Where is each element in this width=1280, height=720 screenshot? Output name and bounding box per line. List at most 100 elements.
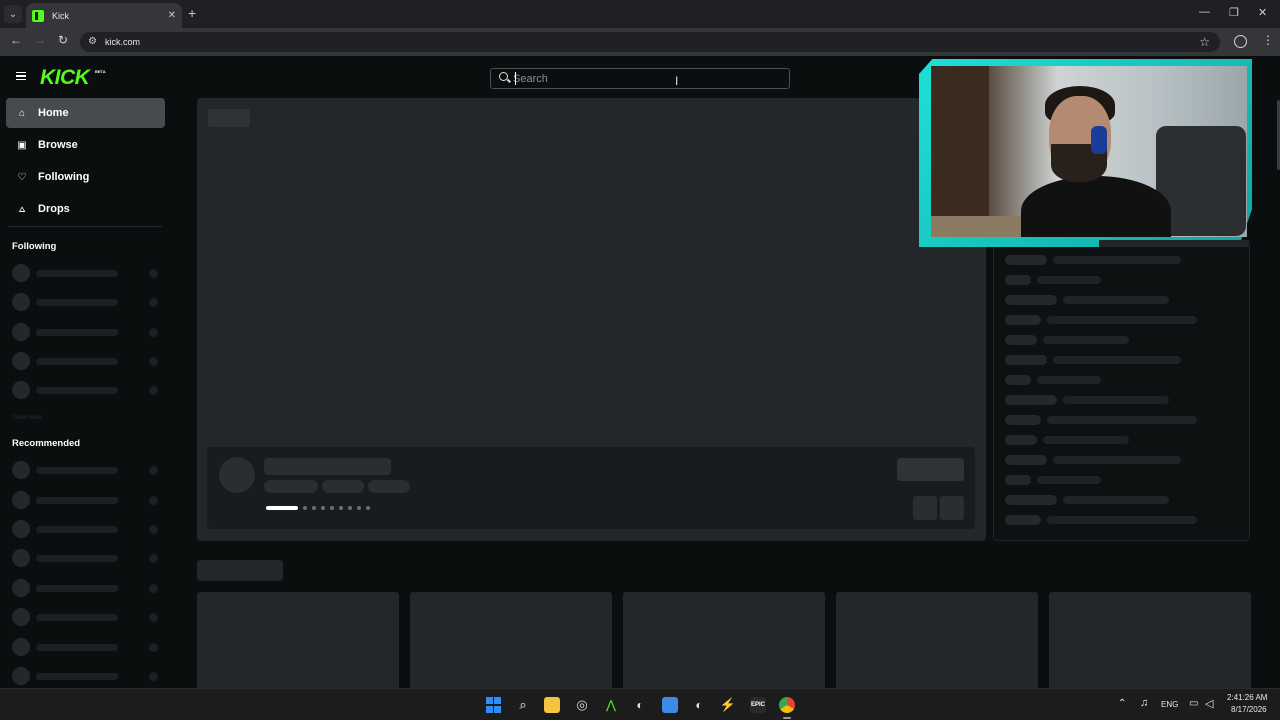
game-launcher-icon[interactable]: ⚡ bbox=[720, 697, 736, 713]
restore-button[interactable]: ❐ bbox=[1229, 6, 1239, 19]
watch-button-skeleton bbox=[897, 458, 964, 481]
kick-favicon-icon bbox=[32, 9, 44, 22]
channel-avatar-skeleton bbox=[219, 457, 255, 493]
back-arrow-icon[interactable]: ← bbox=[10, 33, 22, 47]
following-skeleton-row bbox=[12, 352, 160, 372]
stream-card-skeleton[interactable] bbox=[623, 592, 825, 688]
new-tab-button[interactable]: + bbox=[188, 5, 196, 21]
browse-icon: ▣ bbox=[17, 139, 27, 151]
volume-icon[interactable]: ◁ bbox=[1205, 697, 1213, 710]
address-bar[interactable]: ⚙ kick.com ☆ bbox=[80, 32, 1220, 52]
sidebar-item-label: Home bbox=[38, 107, 69, 119]
browser-toolbar: ← → ↻ ⚙ kick.com ☆ bbox=[0, 28, 1280, 56]
reload-icon[interactable]: ↻ bbox=[58, 33, 68, 47]
close-window-button[interactable]: ✕ bbox=[1258, 6, 1267, 19]
search-box[interactable] bbox=[490, 68, 790, 89]
hamburger-menu-icon[interactable] bbox=[16, 72, 26, 80]
network-icon[interactable]: ▭ bbox=[1189, 698, 1198, 709]
following-skeleton-row bbox=[12, 293, 160, 313]
sidebar-item-home[interactable]: ⌂ Home bbox=[6, 98, 165, 128]
microphone-icon[interactable]: ♫ bbox=[1140, 697, 1148, 709]
live-tag-skeleton bbox=[208, 109, 250, 127]
sidebar-item-browse[interactable]: ▣ Browse bbox=[6, 130, 165, 160]
featured-info-panel bbox=[207, 447, 975, 529]
pagination-dot[interactable] bbox=[321, 506, 325, 510]
steam-icon-2[interactable]: ◐ bbox=[691, 697, 707, 713]
pagination-dot[interactable] bbox=[303, 506, 307, 510]
heart-icon: ♡ bbox=[17, 171, 27, 183]
page-scrollbar[interactable] bbox=[1276, 98, 1280, 688]
site-info-icon[interactable]: ⚙ bbox=[88, 36, 97, 47]
sidebar: ⌂ Home ▣ Browse ♡ Following ⩟ Drops Foll… bbox=[0, 98, 170, 688]
following-heading: Following bbox=[12, 241, 57, 252]
kick-logo[interactable]: KICK bbox=[40, 66, 90, 90]
mouse-ibeam-cursor-icon: I bbox=[675, 74, 679, 88]
address-url: kick.com bbox=[105, 37, 141, 47]
stream-card-skeleton[interactable] bbox=[197, 592, 399, 688]
webcam-overlay bbox=[919, 59, 1252, 247]
stream-card-skeleton[interactable] bbox=[836, 592, 1038, 688]
app-launcher-icon[interactable]: ⋀ bbox=[603, 697, 619, 713]
browser-tab-strip: ⌄ Kick ✕ + — ❐ ✕ bbox=[0, 0, 1280, 28]
recommended-skeleton-row bbox=[12, 638, 160, 658]
sidebar-item-drops[interactable]: ⩟ Drops bbox=[6, 194, 165, 224]
featured-stream-skeleton[interactable] bbox=[197, 98, 986, 541]
pagination-dot[interactable] bbox=[366, 506, 370, 510]
webcam-frame-bar bbox=[1099, 240, 1249, 247]
file-explorer-icon[interactable] bbox=[544, 697, 560, 713]
language-indicator[interactable]: ENG bbox=[1161, 700, 1178, 709]
forward-arrow-icon[interactable]: → bbox=[34, 33, 46, 47]
home-icon: ⌂ bbox=[18, 107, 26, 119]
pagination-active[interactable] bbox=[266, 506, 298, 510]
beta-badge: BETA bbox=[95, 69, 106, 74]
search-input[interactable] bbox=[513, 71, 773, 86]
pagination-dot[interactable] bbox=[339, 506, 343, 510]
pagination-dot[interactable] bbox=[348, 506, 352, 510]
pagination-dot[interactable] bbox=[330, 506, 334, 510]
following-skeleton-row bbox=[12, 381, 160, 401]
category-chip-skeleton bbox=[264, 480, 318, 493]
tag-chip-skeleton bbox=[368, 480, 410, 493]
clock-date[interactable]: 8/17/2026 bbox=[1231, 705, 1267, 714]
stream-card-skeleton[interactable] bbox=[1049, 592, 1251, 688]
text-caret bbox=[515, 72, 516, 85]
epic-games-icon[interactable]: EPIC bbox=[750, 697, 766, 713]
tab-search-chevron-icon[interactable]: ⌄ bbox=[4, 5, 22, 23]
sidebar-item-label: Browse bbox=[38, 139, 78, 151]
recommended-skeleton-row bbox=[12, 608, 160, 628]
stream-card-skeleton[interactable] bbox=[410, 592, 612, 688]
steam-icon[interactable]: ◐ bbox=[632, 697, 648, 713]
following-skeleton-row bbox=[12, 264, 160, 284]
tag-chip-skeleton bbox=[322, 480, 364, 493]
taskbar-search-icon[interactable]: ⌕ bbox=[515, 697, 531, 713]
sidebar-divider bbox=[8, 226, 162, 227]
drops-icon: ⩟ bbox=[18, 203, 26, 215]
minimize-button[interactable]: — bbox=[1199, 6, 1210, 18]
recommended-skeleton-row bbox=[12, 579, 160, 599]
recommended-skeleton-row bbox=[12, 491, 160, 511]
carousel-pagination[interactable] bbox=[266, 505, 370, 511]
show-more-link[interactable]: Show more bbox=[12, 415, 42, 421]
recommended-skeleton-row bbox=[12, 667, 160, 687]
tab-title: Kick bbox=[52, 10, 70, 21]
pagination-dot[interactable] bbox=[357, 506, 361, 510]
sidebar-item-following[interactable]: ♡ Following bbox=[6, 162, 165, 192]
tab-close-icon[interactable]: ✕ bbox=[168, 10, 176, 21]
prev-arrow-skeleton bbox=[913, 496, 937, 520]
chrome-icon[interactable] bbox=[779, 697, 795, 713]
windows-start-icon[interactable] bbox=[485, 697, 501, 713]
search-icon bbox=[499, 72, 508, 81]
clock-time[interactable]: 2:41:26 AM bbox=[1227, 693, 1267, 702]
menu-kebab-icon[interactable]: ⋮ bbox=[1262, 33, 1274, 47]
recommended-heading: Recommended bbox=[12, 438, 81, 449]
microsoft-store-icon[interactable] bbox=[662, 697, 678, 713]
tray-chevron-icon[interactable]: ⌃ bbox=[1118, 698, 1126, 709]
browser-tab-kick[interactable]: Kick ✕ bbox=[26, 3, 182, 28]
following-skeleton-row bbox=[12, 323, 160, 343]
bookmark-star-icon[interactable]: ☆ bbox=[1199, 35, 1210, 49]
recommended-skeleton-row bbox=[12, 549, 160, 569]
pagination-dot[interactable] bbox=[312, 506, 316, 510]
profile-icon[interactable] bbox=[1234, 35, 1247, 48]
webcam-feed bbox=[931, 66, 1247, 237]
steam-controller-icon[interactable]: ◎ bbox=[574, 697, 590, 713]
